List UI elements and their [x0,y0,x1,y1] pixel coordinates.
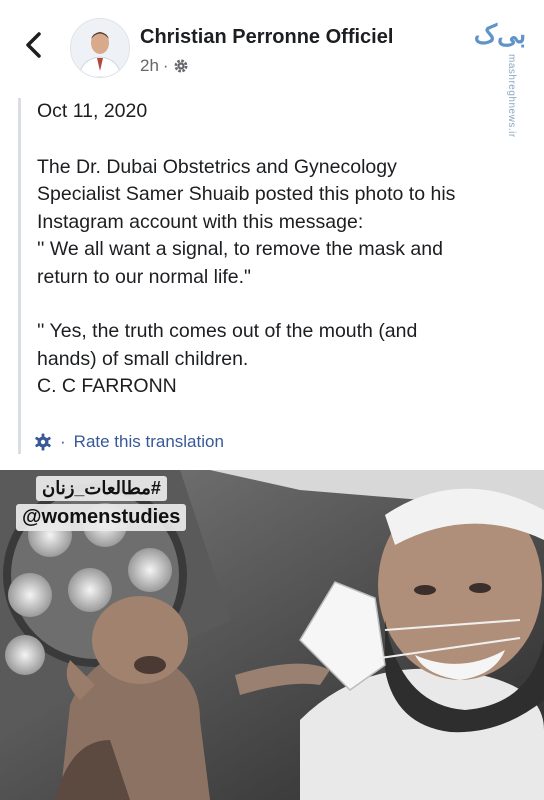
text-line: Specialist Samer Shuaib posted this phot… [37,183,456,205]
signature-line: C. C FARRONN [37,375,177,397]
post-photo[interactable]: #مطالعات_زنان @womenstudies [0,470,544,800]
post-text: Oct 11, 2020 The Dr. Dubai Obstetrics an… [37,98,527,401]
rate-translation-link[interactable]: Rate this translation [74,432,224,452]
globe-settings-icon[interactable] [173,58,189,74]
text-line: The Dr. Dubai Obstetrics and Gynecology [37,155,397,178]
page-name[interactable]: Christian Perronne Officiel [140,26,393,49]
text-line: '' Yes, the truth comes out of the mouth… [37,320,418,342]
meta-separator: · [162,56,169,75]
text-line: '' We all want a signal, to remove the m… [37,238,443,260]
translation-row: · Rate this translation [34,432,224,452]
text-line: hands) of small children. [37,347,249,370]
gear-icon[interactable] [34,433,52,451]
post-body: Oct 11, 2020 The Dr. Dubai Obstetrics an… [18,98,541,454]
post-meta: 2h · [140,56,189,76]
post-date: Oct 11, 2020 [37,100,148,122]
text-line: Instagram account with this message: [37,210,364,233]
watermark-logo: بی‌ک [473,18,527,49]
translation-separator: · [60,432,66,451]
avatar[interactable] [70,18,130,78]
hashtag-label: #مطالعات_زنان [36,476,167,501]
post-time[interactable]: 2h [140,56,159,76]
back-chevron-icon[interactable] [22,30,46,60]
text-line: return to our normal life." [37,265,251,288]
handle-label: @womenstudies [16,504,187,531]
post-header: Christian Perronne Officiel 2h · بی‌ک ma… [0,0,544,138]
